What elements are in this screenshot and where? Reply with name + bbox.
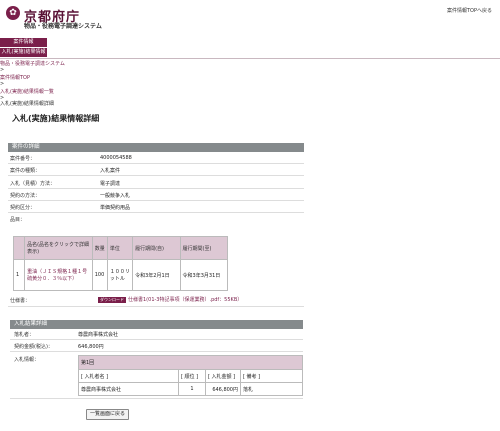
col-header: 履行期間(至) (179, 236, 229, 260)
bidder-name: 尊農商事株式会社 (78, 382, 179, 396)
field-label: 契約区分： (10, 205, 36, 211)
case-details-header: 案件の詳細 (8, 143, 304, 152)
divider (10, 398, 303, 399)
field-label: 契約の方法： (10, 193, 41, 199)
item-name-link[interactable]: 重油（ＪＩＳ規格１種１号硫黄分０．３％以下） (24, 259, 93, 291)
breadcrumb-system[interactable]: 物品・役務電子調達システム (0, 60, 65, 67)
contract-category-value: 単価契約用品 (100, 205, 131, 211)
divider (8, 306, 304, 307)
field-label: 案件の種類： (10, 168, 41, 174)
field-label: 落札者： (14, 332, 35, 338)
bid-method-value: 電子調達 (100, 181, 121, 187)
col-header: 品名(品名をクリックで詳細表示) (24, 236, 93, 260)
global-nav: 案件情報 入札(実施)結果情報 (0, 38, 500, 59)
breadcrumb-separator: > (0, 67, 5, 73)
divider (10, 351, 303, 352)
divider (8, 163, 304, 164)
back-to-top-link[interactable]: 案件情報TOPへ戻る (447, 7, 492, 14)
field-label: 案件番号： (10, 156, 36, 162)
spec-file-link[interactable]: 仕様書1(01-3特記事項（保運業務）.pdf：55KB） (128, 297, 242, 303)
item-period-from: 令和3年2月1日 (132, 259, 181, 291)
field-label: 入札（見積）方法： (10, 181, 56, 187)
bid-amount: 646,800円 (205, 382, 241, 396)
breadcrumb-current: 入札(実施)結果情報詳細 (0, 101, 54, 107)
crest-icon: ✿ (6, 6, 20, 20)
table-header-row: 品名(品名をクリックで詳細表示) 数量 単位 履行期間(自) 履行期間(至) (12, 236, 229, 260)
col-header: 単位 (106, 236, 134, 260)
item-period-to: 令和3年3月31日 (179, 259, 229, 291)
col-header: 数量 (91, 236, 108, 260)
bid-note: 落札 (240, 382, 303, 396)
item-unit: １００リットル (106, 259, 134, 291)
download-badge: ダウンロード (98, 297, 126, 303)
case-number-value: 4000054588 (100, 155, 132, 161)
col-header: 履行期間(自) (132, 236, 181, 260)
system-subtitle: 物品・役務電子調達システム (24, 23, 102, 30)
nav-case-info[interactable]: 案件情報 (0, 38, 47, 47)
nav-bid-results[interactable]: 入札(実施)結果情報 (0, 48, 47, 57)
divider (8, 212, 304, 213)
item-quantity: 100 (91, 259, 108, 291)
contract-amount-value: 646,800円 (78, 344, 104, 350)
table-row: 1 重油（ＪＩＳ規格１種１号硫黄分０．３％以下） 100 １００リットル 令和3… (12, 259, 229, 291)
page-title: 入札(実施)結果情報詳細 (12, 114, 100, 123)
col-header (12, 236, 26, 260)
divider (10, 339, 303, 340)
bid-round-label: 第1回 (78, 355, 303, 370)
col-header: [ 備考 ] (240, 369, 303, 383)
breadcrumb-case-top[interactable]: 案件情報TOP (0, 74, 30, 81)
items-table: 品名(品名をクリックで詳細表示) 数量 単位 履行期間(自) 履行期間(至) 1… (12, 236, 229, 291)
divider (8, 175, 304, 176)
bid-table: 第1回 [ 入札者名 ] [ 順位 ] [ 入札金額 ] [ 備考 ] 尊農商事… (78, 355, 303, 396)
col-header: [ 入札金額 ] (205, 369, 241, 383)
field-label: 品目： (10, 217, 26, 223)
contract-method-value: 一般競争入札 (100, 193, 131, 199)
bid-round-row: 第1回 (78, 355, 303, 370)
case-type-value: 入札案件 (100, 168, 121, 174)
row-number: 1 (12, 259, 26, 291)
winner-value: 尊農商事株式会社 (78, 332, 119, 338)
table-row: 尊農商事株式会社 1 646,800円 落札 (78, 382, 303, 396)
spec-label: 仕様書： (10, 298, 31, 304)
bid-rank: 1 (178, 382, 206, 396)
field-label: 入札情報： (14, 357, 40, 363)
back-to-list-button[interactable]: 一覧画面に戻る (86, 409, 129, 420)
col-header: [ 順位 ] (178, 369, 206, 383)
breadcrumb-separator: > (0, 81, 5, 87)
spec-download[interactable]: ダウンロード 仕様書1(01-3特記事項（保運業務）.pdf：55KB） (98, 296, 242, 303)
divider (8, 188, 304, 189)
col-header: [ 入札者名 ] (78, 369, 179, 383)
breadcrumb-results-list[interactable]: 入札(実施)結果情報一覧 (0, 88, 54, 95)
bid-header-row: [ 入札者名 ] [ 順位 ] [ 入札金額 ] [ 備考 ] (78, 369, 303, 383)
field-label: 契約金額(税込)： (14, 344, 53, 350)
divider (8, 200, 304, 201)
result-details-header: 入札結果詳細 (10, 320, 303, 329)
